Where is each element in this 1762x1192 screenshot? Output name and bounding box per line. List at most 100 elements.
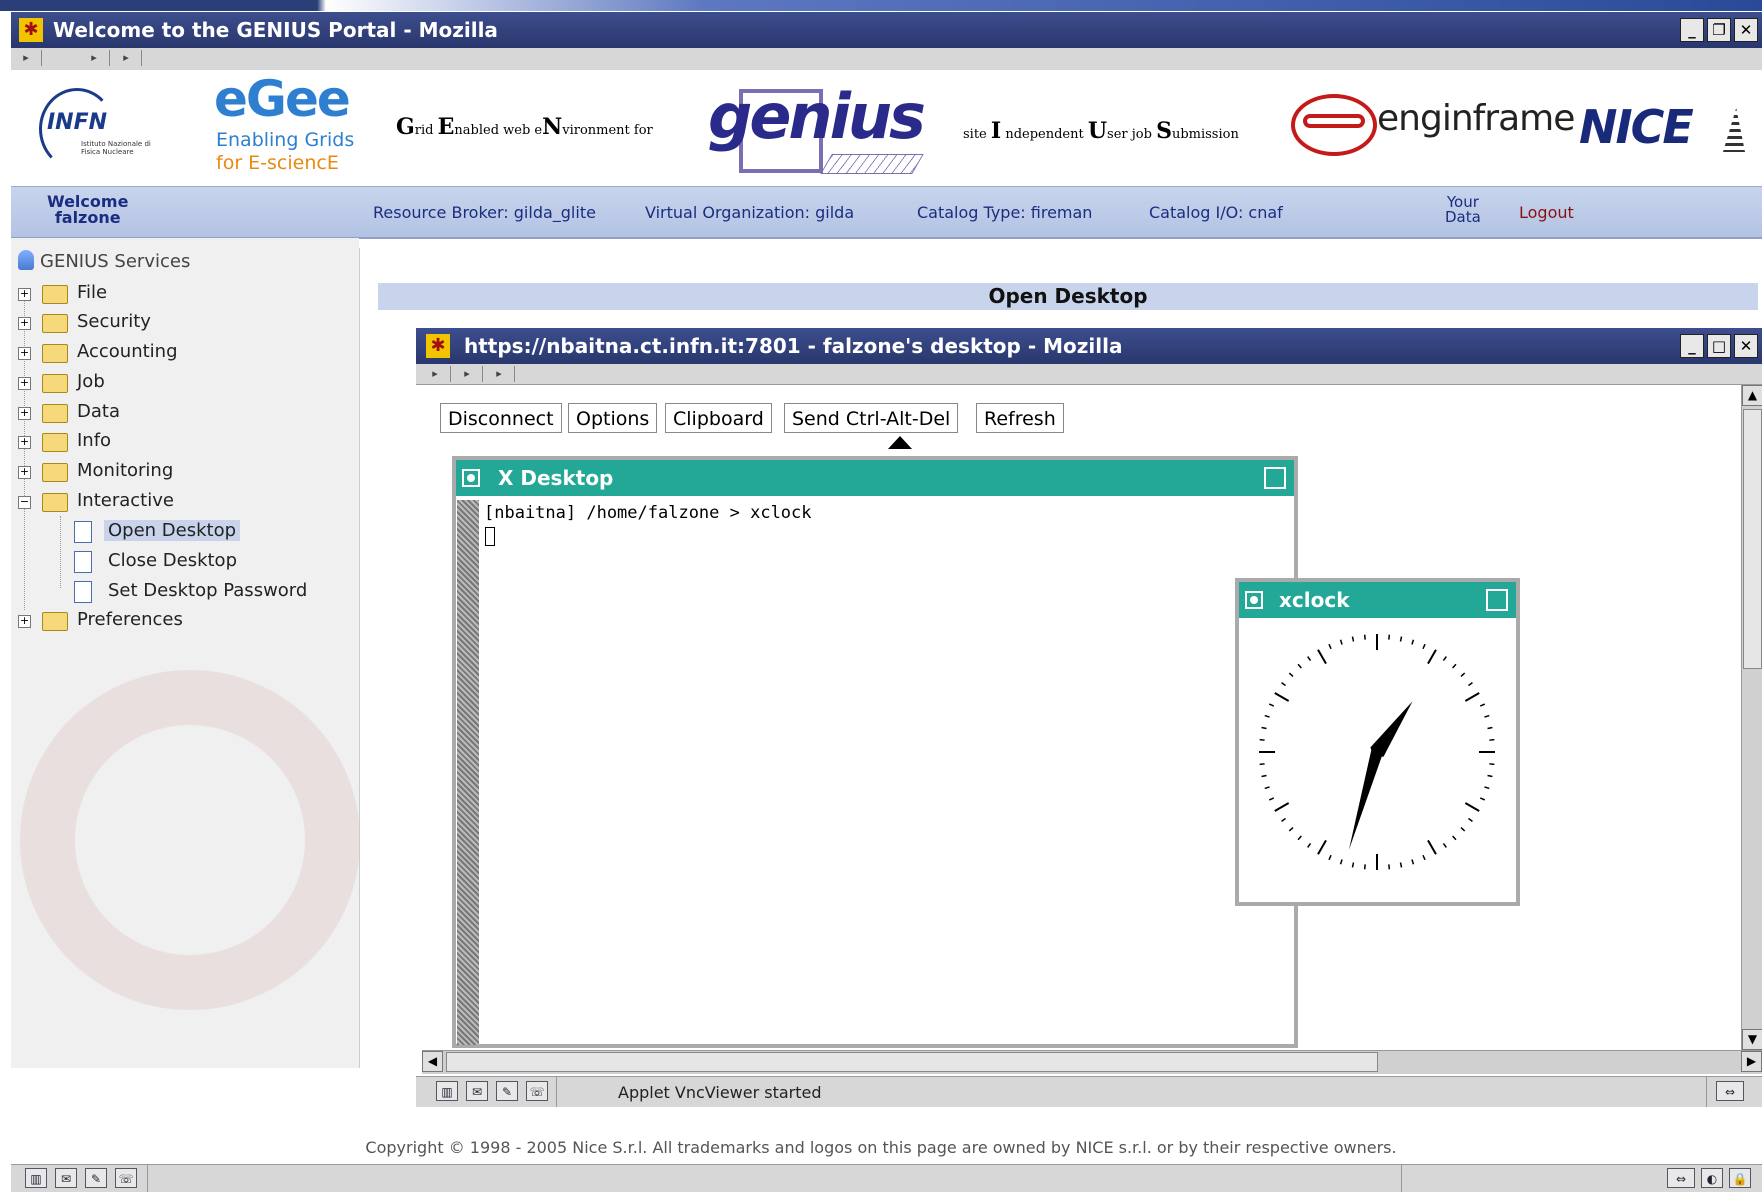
scroll-right-icon[interactable]: ▶ bbox=[1741, 1051, 1762, 1072]
expand-icon[interactable]: + bbox=[18, 317, 31, 330]
xclock-window[interactable]: xclock bbox=[1235, 578, 1520, 906]
send-ctrl-alt-del-button[interactable]: Send Ctrl-Alt-Del bbox=[784, 403, 959, 433]
close-button[interactable]: ✕ bbox=[1734, 334, 1758, 358]
clock-minute-tick bbox=[1328, 643, 1332, 650]
caption-rest: nabled web e bbox=[454, 123, 543, 138]
maximize-icon[interactable] bbox=[1486, 589, 1508, 611]
xclock-title: xclock bbox=[1279, 588, 1350, 612]
logout-link[interactable]: Logout bbox=[1519, 203, 1574, 222]
horizontal-scrollbar[interactable]: ◀ ▶ bbox=[422, 1050, 1762, 1074]
clipboard-button[interactable]: Clipboard bbox=[665, 403, 772, 433]
caption-rest: ubmission bbox=[1171, 127, 1239, 142]
portal-header: INFN Istituto Nazionale di Fisica Nuclea… bbox=[11, 70, 1762, 186]
scroll-thumb[interactable] bbox=[446, 1052, 1378, 1072]
tree-item-set-desktop-password[interactable]: Set Desktop Password bbox=[60, 578, 307, 604]
chat-icon[interactable]: ☏ bbox=[526, 1081, 548, 1101]
expand-icon[interactable]: + bbox=[18, 347, 31, 360]
scroll-down-icon[interactable]: ▼ bbox=[1742, 1029, 1762, 1050]
restore-button[interactable]: ❐ bbox=[1707, 18, 1731, 42]
tree-item-info[interactable]: + Info bbox=[18, 428, 111, 454]
tree-item-file[interactable]: + File bbox=[18, 280, 107, 306]
expand-icon[interactable]: + bbox=[18, 407, 31, 420]
resource-broker-link[interactable]: Resource Broker: gilda_glite bbox=[373, 203, 596, 222]
clock-minute-hand bbox=[1348, 742, 1383, 851]
scroll-left-icon[interactable]: ◀ bbox=[422, 1051, 443, 1072]
expand-icon[interactable]: + bbox=[18, 466, 31, 479]
vnc-window-titlebar[interactable]: ✱ https://nbaitna.ct.infn.it:7801 - falz… bbox=[416, 328, 1762, 364]
clock-minute-tick bbox=[1411, 639, 1415, 645]
expand-icon[interactable]: + bbox=[18, 436, 31, 449]
composer-icon[interactable]: ✎ bbox=[496, 1081, 518, 1101]
vertical-scrollbar[interactable]: ▲ ▼ bbox=[1741, 385, 1762, 1050]
clock-hour-tick bbox=[1464, 802, 1480, 812]
navigator-icon[interactable]: ▥ bbox=[436, 1081, 458, 1101]
clock-hour-tick bbox=[1274, 802, 1290, 812]
clock-hour-tick bbox=[1427, 839, 1437, 855]
catalog-type-link[interactable]: Catalog Type: fireman bbox=[917, 203, 1092, 222]
toolbar-grippy[interactable]: ▸ bbox=[111, 50, 142, 66]
x-desktop-title: X Desktop bbox=[498, 466, 614, 490]
tree-item-preferences[interactable]: + Preferences bbox=[18, 607, 183, 633]
clock-minute-tick bbox=[1259, 738, 1265, 741]
toolbar-grippy[interactable]: ▸ bbox=[11, 50, 42, 66]
tree-item-monitoring[interactable]: + Monitoring bbox=[18, 458, 173, 484]
clock-minute-tick bbox=[1399, 636, 1403, 642]
scroll-thumb[interactable] bbox=[1743, 409, 1762, 669]
tree-item-close-desktop[interactable]: Close Desktop bbox=[60, 548, 237, 574]
virtual-organization-link[interactable]: Virtual Organization: gilda bbox=[645, 203, 854, 222]
tree-item-job[interactable]: + Job bbox=[18, 369, 105, 395]
x-desktop-window[interactable]: X Desktop bbox=[452, 456, 1298, 1048]
scroll-up-icon[interactable]: ▲ bbox=[1742, 385, 1762, 406]
catalog-io-link[interactable]: Catalog I/O: cnaf bbox=[1149, 203, 1283, 222]
tree-item-label: Security bbox=[77, 311, 151, 332]
your-data-link[interactable]: Your Data bbox=[1445, 195, 1481, 225]
chat-icon[interactable]: ☏ bbox=[115, 1168, 137, 1188]
genius-logo: genius bbox=[708, 80, 926, 178]
clock-minute-tick bbox=[1307, 842, 1312, 848]
disconnect-button[interactable]: Disconnect bbox=[440, 403, 562, 433]
clock-minute-tick bbox=[1351, 636, 1355, 642]
options-button[interactable]: Options bbox=[568, 403, 658, 433]
outer-window-titlebar[interactable]: ✱ Welcome to the GENIUS Portal - Mozilla… bbox=[11, 12, 1762, 48]
navigator-icon[interactable]: ▥ bbox=[25, 1168, 47, 1188]
toolbar-grippy[interactable]: ▸ bbox=[79, 50, 110, 66]
tree-item-interactive[interactable]: − Interactive bbox=[18, 488, 174, 514]
tree-root-label: GENIUS Services bbox=[40, 251, 191, 272]
x-desktop-titlebar[interactable]: X Desktop bbox=[456, 460, 1294, 496]
expand-icon[interactable]: + bbox=[18, 615, 31, 628]
clock-minute-tick bbox=[1388, 634, 1391, 640]
tree-item-label: Close Desktop bbox=[108, 550, 237, 571]
collapse-icon[interactable]: − bbox=[18, 496, 31, 509]
maximize-button[interactable]: □ bbox=[1707, 334, 1731, 358]
toolbar-grippy[interactable]: ▸ bbox=[452, 366, 483, 382]
tree-item-accounting[interactable]: + Accounting bbox=[18, 339, 178, 365]
window-menu-icon[interactable] bbox=[462, 469, 480, 487]
tree-item-security[interactable]: + Security bbox=[18, 309, 151, 335]
close-button[interactable]: ✕ bbox=[1734, 18, 1758, 42]
expand-icon[interactable]: + bbox=[18, 288, 31, 301]
tree-item-open-desktop[interactable]: Open Desktop bbox=[60, 518, 241, 544]
caption-rest: rid bbox=[414, 123, 438, 138]
xclock-titlebar[interactable]: xclock bbox=[1239, 582, 1516, 618]
window-menu-icon[interactable] bbox=[1245, 591, 1263, 609]
refresh-button[interactable]: Refresh bbox=[976, 403, 1064, 433]
clock-minute-tick bbox=[1422, 643, 1426, 650]
browser-status-bar: ▥ ✉ ✎ ☏ ⇔ ◐ 🔒 bbox=[11, 1164, 1762, 1192]
mail-icon[interactable]: ✉ bbox=[466, 1081, 488, 1101]
terminal-scrollbar[interactable] bbox=[457, 500, 479, 1045]
tree-item-label: Info bbox=[77, 430, 112, 451]
connection-icon: ⇔ bbox=[1716, 1081, 1744, 1101]
mail-icon[interactable]: ✉ bbox=[55, 1168, 77, 1188]
clock-minute-tick bbox=[1487, 726, 1493, 730]
toolbar-grippy[interactable]: ▸ bbox=[484, 366, 515, 382]
tree-item-data[interactable]: + Data bbox=[18, 399, 120, 425]
clock-minute-tick bbox=[1467, 682, 1473, 687]
minimize-button[interactable]: _ bbox=[1680, 334, 1704, 358]
minimize-button[interactable]: _ bbox=[1680, 18, 1704, 42]
maximize-icon[interactable] bbox=[1264, 467, 1286, 489]
toolbar-grippy[interactable]: ▸ bbox=[420, 366, 451, 382]
composer-icon[interactable]: ✎ bbox=[85, 1168, 107, 1188]
expand-icon[interactable]: + bbox=[18, 377, 31, 390]
tree-item-label: Open Desktop bbox=[104, 520, 241, 541]
caption-cap: I bbox=[990, 118, 1002, 144]
